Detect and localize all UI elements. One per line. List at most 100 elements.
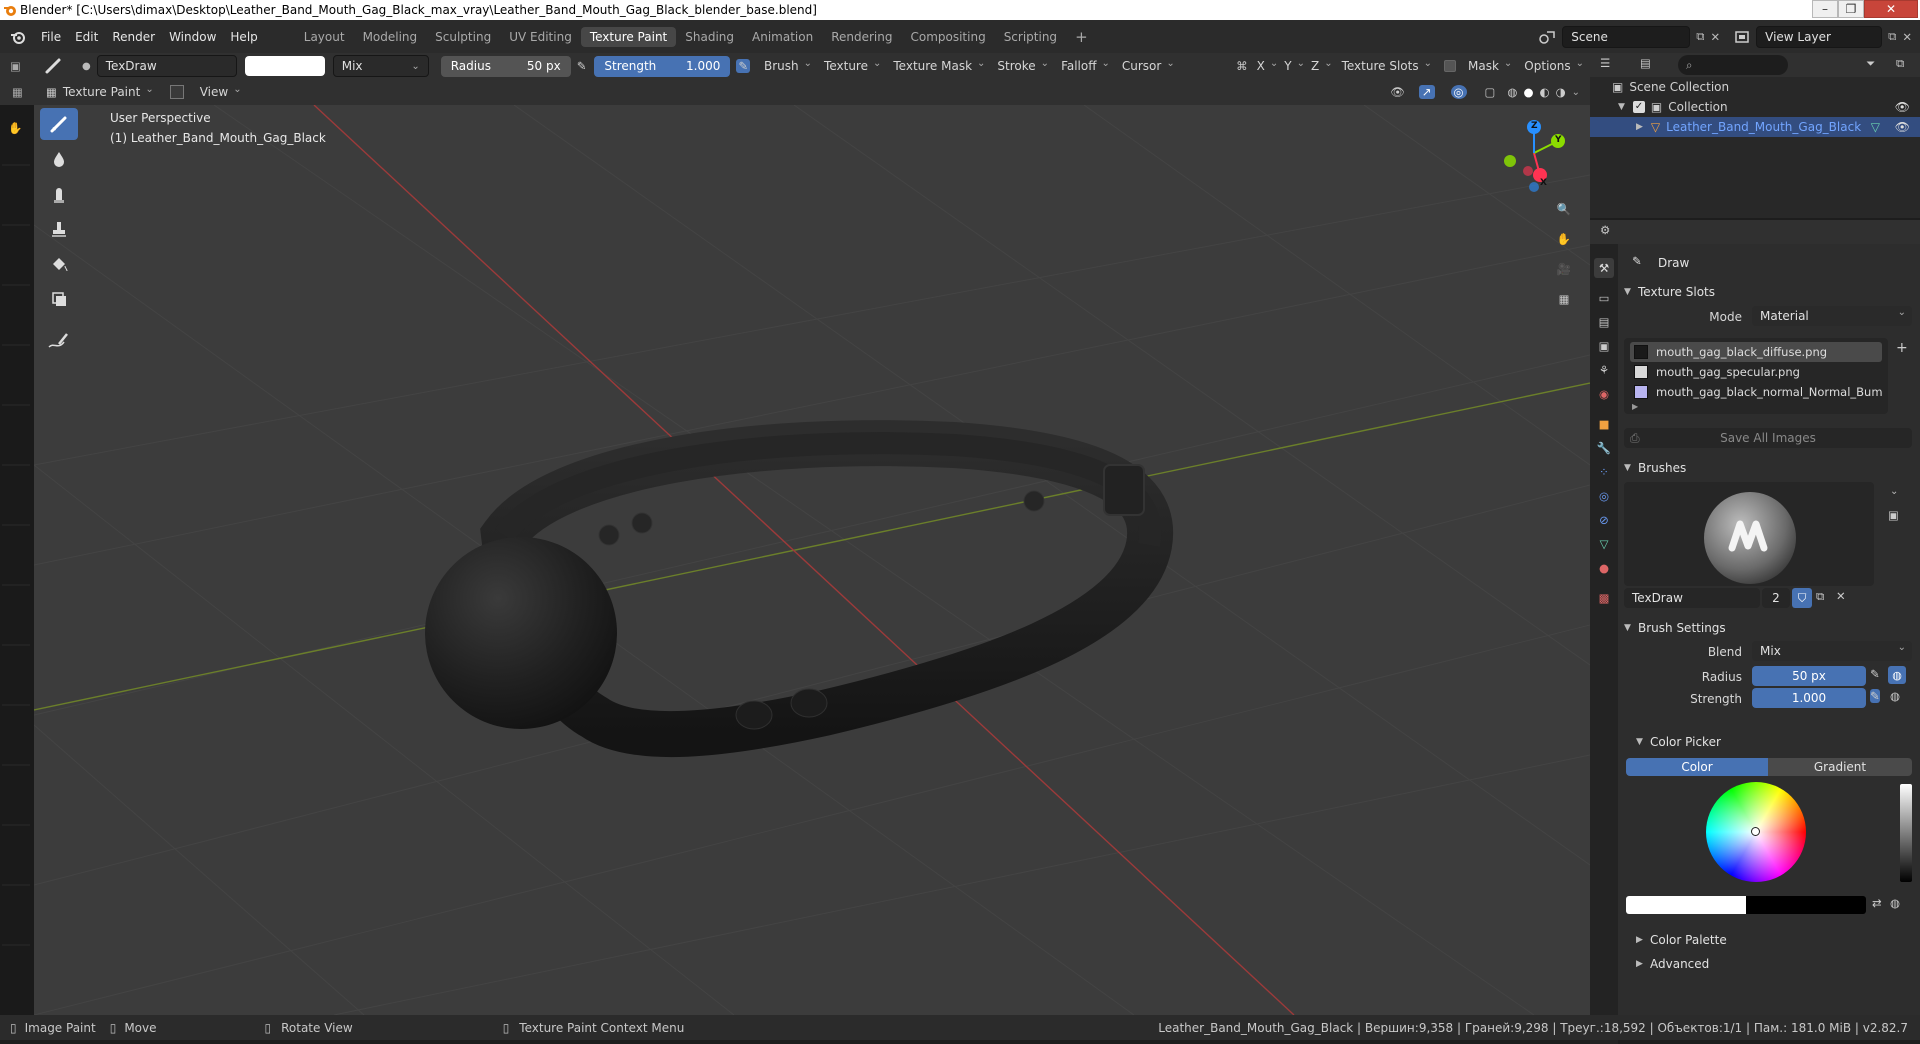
object-visibility-icon[interactable]: 👁 <box>1895 120 1910 134</box>
tab-scene[interactable]: ⚘ <box>1594 360 1614 380</box>
delete-view-layer-icon[interactable]: ✕ <box>1902 30 1912 44</box>
list-expand-icon[interactable]: ▶ <box>1632 402 1638 411</box>
texture-slots-dropdown[interactable]: Texture Slots <box>1336 56 1438 77</box>
texture-menu[interactable]: Texture <box>818 56 887 77</box>
add-slot-icon[interactable]: + <box>1896 340 1908 356</box>
swap-colors-icon[interactable]: ⇄ <box>1872 896 1882 910</box>
perspective-toggle-icon[interactable]: ▦ <box>1552 287 1576 311</box>
falloff-menu[interactable]: Falloff <box>1055 56 1116 77</box>
outliner-search-input[interactable]: ⌕ <box>1678 55 1788 75</box>
editor-type-icon[interactable]: ▣ <box>10 59 22 73</box>
secondary-color-swatch[interactable] <box>1746 896 1866 914</box>
properties-editor-icon[interactable]: ⚙ <box>1600 223 1610 237</box>
brush-image-icon[interactable]: ▣ <box>1888 508 1899 522</box>
clone-tool[interactable] <box>40 213 78 245</box>
scene-field[interactable]: Scene <box>1562 25 1691 48</box>
color-tab[interactable]: Color <box>1626 758 1768 776</box>
value-slider[interactable] <box>1900 784 1912 882</box>
overlays-toggle-icon[interactable]: ◎ <box>1450 85 1467 99</box>
tab-scripting[interactable]: Scripting <box>995 27 1066 47</box>
brush-settings-panel-header[interactable]: ▼ Brush Settings <box>1618 616 1920 640</box>
mode-dropdown[interactable]: Material <box>1752 306 1912 326</box>
axis-z-toggle[interactable]: Z <box>1308 56 1336 77</box>
radius-field[interactable]: 50 px <box>1752 666 1866 686</box>
outliner-row-scene-collection[interactable]: ▣ Scene Collection <box>1590 77 1920 97</box>
close-window-button[interactable]: ✕ <box>1864 0 1918 18</box>
tab-modeling[interactable]: Modeling <box>354 27 427 47</box>
unlink-brush-icon[interactable]: ✕ <box>1836 589 1846 603</box>
gizmo-neg-x-icon[interactable] <box>1523 166 1533 176</box>
gradient-tab[interactable]: Gradient <box>1768 758 1912 776</box>
collection-checkbox-icon[interactable]: ✓ <box>1632 101 1645 113</box>
menu-render[interactable]: Render <box>105 30 162 44</box>
brush-users-count[interactable]: 2 <box>1762 588 1790 608</box>
tab-constraints[interactable]: ⊘ <box>1594 510 1614 530</box>
paint-mask-toggle[interactable] <box>169 85 184 99</box>
brush-name-field[interactable]: TexDraw <box>1624 588 1760 608</box>
texture-mask-menu[interactable]: Texture Mask <box>887 56 991 77</box>
fake-user-shield-icon[interactable]: ⛉ <box>1792 588 1812 608</box>
tab-output[interactable]: ▤ <box>1594 312 1614 332</box>
blend-mode-dropdown[interactable]: Mix ⌄ <box>332 55 429 77</box>
radius-pressure-icon[interactable]: ✎ <box>1870 667 1880 681</box>
tab-rendering[interactable]: Rendering <box>822 27 901 47</box>
tab-shading[interactable]: Shading <box>676 27 743 47</box>
symmetry-icon[interactable]: ⌘ <box>1236 59 1248 73</box>
strength-field[interactable]: 1.000 <box>1752 688 1866 708</box>
color-wheel[interactable] <box>1706 782 1806 882</box>
gizmo-neg-y-icon[interactable] <box>1504 155 1516 167</box>
scene-icon[interactable] <box>1538 29 1558 45</box>
menu-file[interactable]: File <box>34 30 68 44</box>
unified-radius-icon[interactable]: ◍ <box>1888 666 1906 684</box>
hand-pan-icon[interactable]: ✋ <box>8 121 22 135</box>
maximize-button[interactable]: ❐ <box>1838 0 1864 18</box>
tab-compositing[interactable]: Compositing <box>901 27 994 47</box>
display-mode-icon[interactable]: ▤ <box>1640 56 1651 70</box>
expand-collection-icon[interactable]: ▼ <box>1618 102 1625 112</box>
soften-tool[interactable] <box>40 143 78 175</box>
fill-tool[interactable] <box>40 248 78 280</box>
outliner-row-object[interactable]: ▶ ▽ Leather_Band_Mouth_Gag_Black ▽ 👁 <box>1590 117 1920 137</box>
minimize-button[interactable]: – <box>1812 0 1838 18</box>
tab-particles[interactable]: ⁘ <box>1594 462 1614 482</box>
unified-strength-icon[interactable]: ◍ <box>1890 689 1900 703</box>
blender-menu-icon[interactable] <box>10 29 26 45</box>
strength-slider[interactable]: Strength 1.000 <box>594 55 731 77</box>
radius-slider[interactable]: Radius 50 px <box>440 55 571 77</box>
tab-uv-editing[interactable]: UV Editing <box>500 27 581 47</box>
zoom-icon[interactable]: 🔍 <box>1552 197 1576 221</box>
pan-hand-icon[interactable]: ✋ <box>1552 227 1576 251</box>
3d-viewport[interactable]: User Perspective (1) Leather_Band_Mouth_… <box>34 105 1590 1015</box>
cursor-menu[interactable]: Cursor <box>1116 56 1181 77</box>
brush-list-chevron-icon[interactable]: ⌄ <box>1890 486 1898 497</box>
wireframe-shading-icon[interactable]: ◍ <box>1507 85 1517 99</box>
rendered-shading-icon[interactable]: ◑ <box>1556 85 1566 99</box>
texture-slot-row[interactable]: mouth_gag_black_normal_Normal_Bump.t... <box>1630 382 1882 402</box>
unified-color-icon[interactable]: ◍ <box>1890 896 1900 910</box>
view-layer-icon[interactable] <box>1734 29 1752 45</box>
save-all-images-button[interactable]: ⎙ Save All Images <box>1624 428 1912 448</box>
material-shading-icon[interactable]: ◐ <box>1540 85 1550 99</box>
gizmo-toggle-icon[interactable]: ↗ <box>1418 85 1435 99</box>
color-picker-subpanel-header[interactable]: ▼ Color Picker <box>1630 730 1920 754</box>
collection-visibility-icon[interactable]: 👁 <box>1895 100 1910 114</box>
color-wheel-cursor[interactable] <box>1751 827 1760 836</box>
duplicate-brush-icon[interactable]: ⧉ <box>1816 589 1824 604</box>
texture-slot-row[interactable]: mouth_gag_specular.png <box>1630 362 1882 382</box>
blend-dropdown[interactable]: Mix <box>1752 641 1912 661</box>
filter-icon[interactable]: ⏷ <box>1866 56 1875 71</box>
tab-texture[interactable]: ▩ <box>1594 588 1614 608</box>
primary-color-swatch[interactable] <box>1626 896 1746 914</box>
strength-pressure-icon[interactable]: ✎ <box>1870 689 1880 703</box>
visibility-dropdown-icon[interactable]: 👁 <box>1390 85 1405 99</box>
new-scene-icon[interactable]: ⧉ <box>1696 29 1704 44</box>
brushes-panel-header[interactable]: ▼ Brushes <box>1618 456 1920 480</box>
camera-view-icon[interactable]: 🎥 <box>1552 257 1576 281</box>
solid-shading-icon[interactable]: ● <box>1523 85 1533 99</box>
brush-preview[interactable] <box>1624 482 1874 586</box>
advanced-subpanel-header[interactable]: ▶ Advanced <box>1630 952 1920 976</box>
axis-y-toggle[interactable]: Y <box>1281 56 1308 77</box>
axis-x-toggle[interactable]: X <box>1254 56 1282 77</box>
tab-texture-paint[interactable]: Texture Paint <box>580 26 677 47</box>
strength-pressure-icon[interactable]: ✎ <box>736 59 751 73</box>
